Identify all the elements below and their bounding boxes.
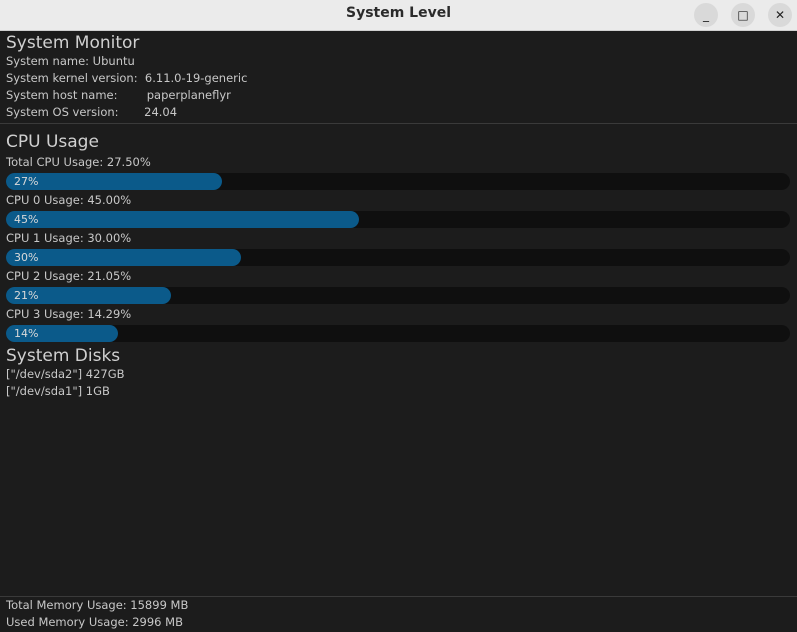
system-monitor-heading: System Monitor (6, 33, 140, 53)
cpu1-label: CPU 1 Usage: 30.00% (6, 231, 132, 245)
system-disks-heading: System Disks (6, 346, 121, 366)
progress-label: 30% (14, 251, 39, 264)
cpu0-bar: 45% (6, 211, 790, 228)
maximize-icon: □ (737, 8, 749, 22)
system-host-name: System host name: paperplaneflyr (6, 88, 231, 102)
cpu-usage-heading: CPU Usage (6, 132, 99, 152)
total-memory-usage: Total Memory Usage: 15899 MB (6, 598, 189, 612)
window-title: System Level (345, 5, 452, 21)
progress-fill (6, 249, 242, 266)
disk-item: ["/dev/sda1"] 1GB (6, 384, 110, 398)
used-memory-usage: Used Memory Usage: 2996 MB (6, 615, 183, 629)
total-cpu-label: Total CPU Usage: 27.50% (6, 155, 151, 169)
system-kernel-version: System kernel version: 6.11.0-19-generic (6, 71, 248, 85)
minimize-icon: _ (703, 8, 709, 22)
progress-label: 45% (14, 213, 39, 226)
progress-label: 27% (14, 175, 39, 188)
cpu3-bar: 14% (6, 325, 790, 342)
disk-item: ["/dev/sda2"] 427GB (6, 367, 125, 381)
cpu1-bar: 30% (6, 249, 790, 266)
cpu2-bar: 21% (6, 287, 790, 304)
progress-fill (6, 211, 359, 228)
title-bar: System Level _ □ ✕ (0, 0, 797, 31)
maximize-button[interactable]: □ (731, 3, 755, 27)
cpu3-label: CPU 3 Usage: 14.29% (6, 307, 132, 321)
divider (0, 123, 797, 124)
memory-section: Total Memory Usage: 15899 MB Used Memory… (6, 597, 188, 631)
progress-label: 21% (14, 289, 39, 302)
system-monitor-section: System Monitor System name: Ubuntu Syste… (6, 33, 247, 121)
minimize-button[interactable]: _ (694, 3, 718, 27)
progress-label: 14% (14, 327, 39, 340)
close-button[interactable]: ✕ (768, 3, 792, 27)
cpu0-label: CPU 0 Usage: 45.00% (6, 193, 132, 207)
total-cpu-bar: 27% (6, 173, 790, 190)
system-disks-section: System Disks ["/dev/sda2"] 427GB ["/dev/… (6, 346, 125, 400)
cpu2-label: CPU 2 Usage: 21.05% (6, 269, 132, 283)
cpu-usage-heading-wrap: CPU Usage (6, 132, 99, 152)
system-os-version: System OS version: 24.04 (6, 105, 178, 119)
close-icon: ✕ (774, 8, 786, 22)
system-name: System name: Ubuntu (6, 54, 135, 68)
